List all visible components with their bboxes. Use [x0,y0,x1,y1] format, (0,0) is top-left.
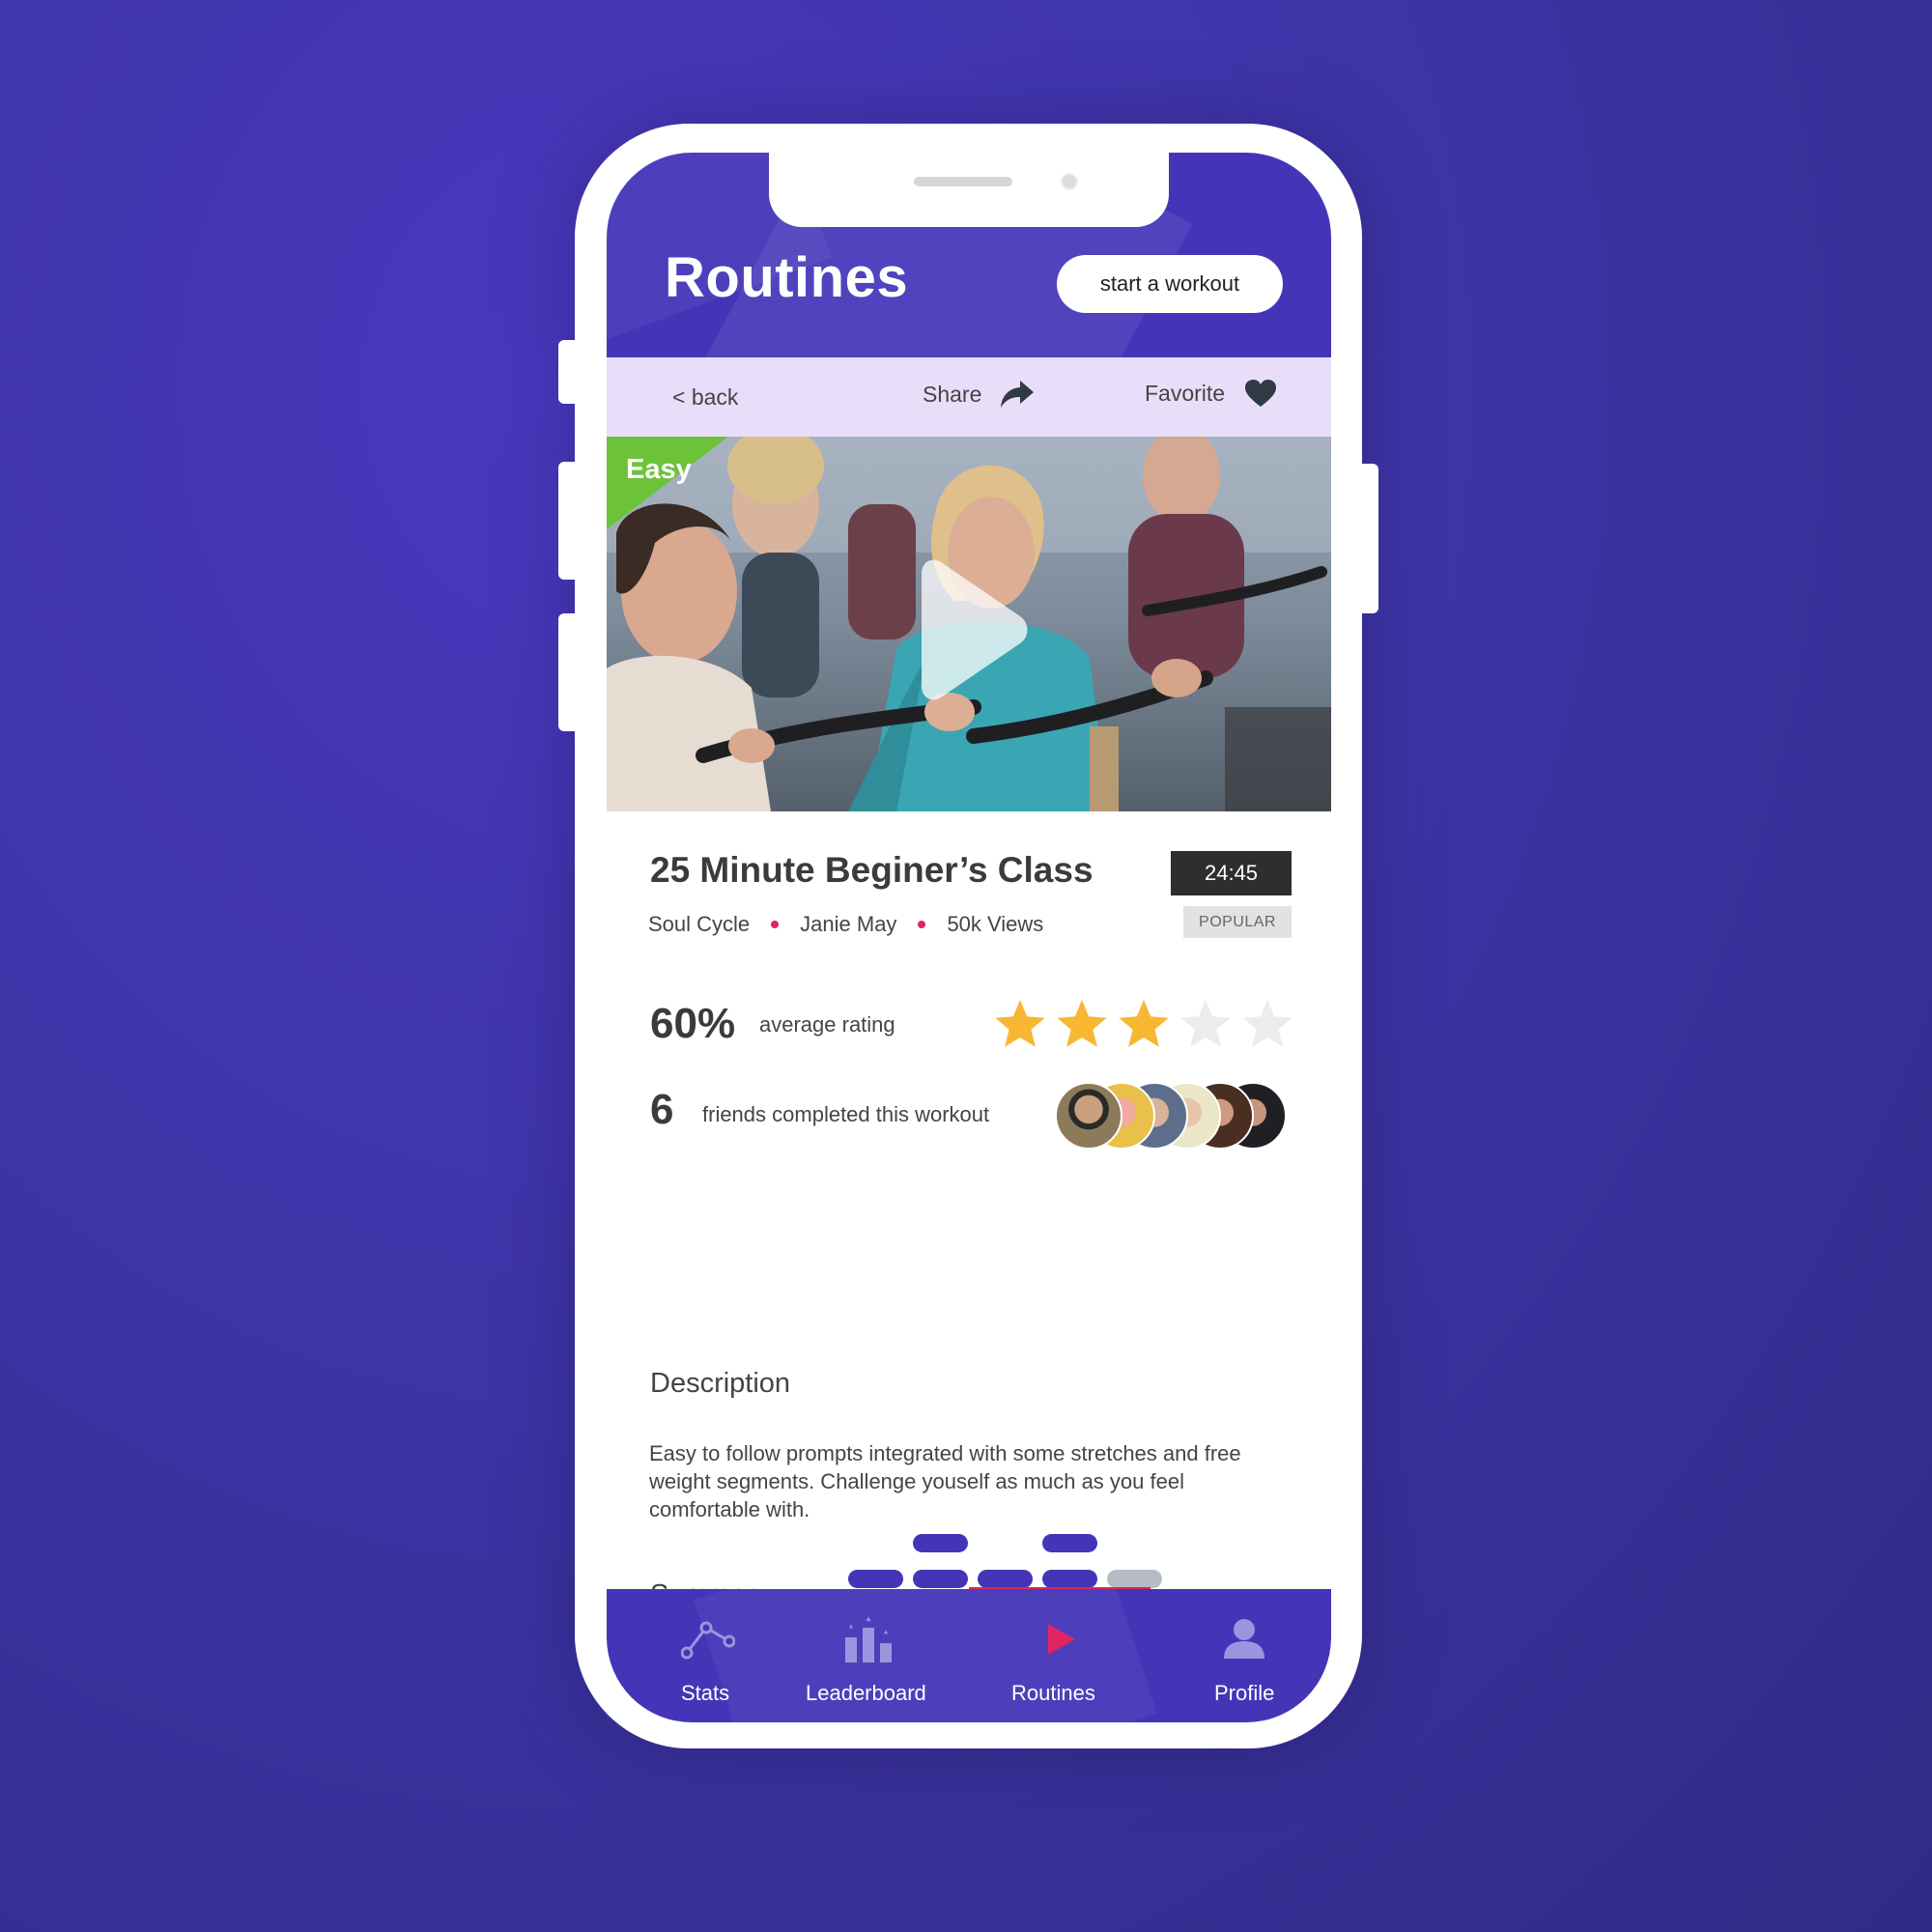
duration-badge: 24:45 [1171,851,1292,895]
tab-label: Stats [681,1681,730,1705]
share-icon [1001,381,1035,408]
workout-instructor[interactable]: Janie May [800,912,896,937]
summary-segment [978,1570,1033,1588]
app-screen: Routines start a workout < back Share Fa… [607,153,1331,1722]
tab-stats[interactable]: Stats [645,1589,771,1722]
tab-label: Profile [1214,1681,1275,1705]
volume-down-button [558,613,580,731]
workout-meta: Soul Cycle Janie May 50k Views [648,912,1043,937]
workout-category: Soul Cycle [648,912,751,936]
difficulty-label: Easy [626,454,692,485]
avatar[interactable] [1055,1082,1122,1150]
separator-dot [918,921,926,928]
leaderboard-icon [845,1616,892,1662]
mute-switch [558,340,580,404]
power-button [1357,464,1378,613]
friends-label: friends completed this workout [702,1102,990,1126]
workout-title: 25 Minute Beginer’s Class [650,850,1094,890]
speaker-grille [914,177,1012,186]
tab-leaderboard[interactable]: Leaderboard [800,1589,954,1722]
bottom-tab-bar: Stats Leaderboard Routines Profile [607,1589,1331,1722]
tab-label: Leaderboard [806,1681,926,1705]
summary-segment [1042,1534,1097,1552]
action-bar: < back Share Favorite [607,357,1331,437]
phone-notch [769,150,1169,227]
profile-icon [1224,1619,1264,1659]
star-empty-icon[interactable] [1242,1000,1293,1047]
rating-value: 60% [650,1000,736,1047]
start-workout-button[interactable]: start a workout [1057,255,1283,313]
workout-views: 50k Views [947,912,1044,936]
summary-segment [1042,1570,1097,1588]
tab-profile[interactable]: Profile [1186,1589,1302,1722]
summary-segment [1107,1570,1162,1588]
popular-badge: POPULAR [1183,906,1292,938]
play-video-icon[interactable] [896,553,1041,707]
workout-video[interactable]: Easy [607,437,1331,811]
summary-segment [913,1534,968,1552]
rating-label: average rating [759,1012,895,1037]
friends-avatars[interactable] [1055,1082,1306,1151]
friends-count: 6 [650,1086,674,1133]
tab-routines[interactable]: Routines [993,1589,1128,1722]
favorite-button[interactable]: Favorite [1145,379,1277,408]
star-filled-icon[interactable] [995,1000,1045,1047]
camera-icon [1061,173,1078,190]
stats-icon [681,1621,735,1660]
star-rating[interactable] [991,995,1300,1053]
star-filled-icon[interactable] [1057,1000,1107,1047]
play-icon [1048,1624,1075,1655]
volume-up-button [558,462,580,580]
tab-label: Routines [1011,1681,1095,1705]
star-empty-icon[interactable] [1180,1000,1231,1047]
share-label: Share [923,381,982,407]
summary-segment [913,1570,968,1588]
page-title: Routines [665,246,909,309]
favorite-label: Favorite [1145,380,1226,406]
star-filled-icon[interactable] [1119,1000,1169,1047]
summary-segment [848,1570,903,1588]
share-button[interactable]: Share [923,379,1036,410]
description-text: Easy to follow prompts integrated with s… [649,1441,1241,1521]
heart-icon [1245,380,1277,407]
description-title: Description [650,1368,791,1399]
separator-dot [771,921,780,928]
back-link[interactable]: < back [672,384,738,411]
